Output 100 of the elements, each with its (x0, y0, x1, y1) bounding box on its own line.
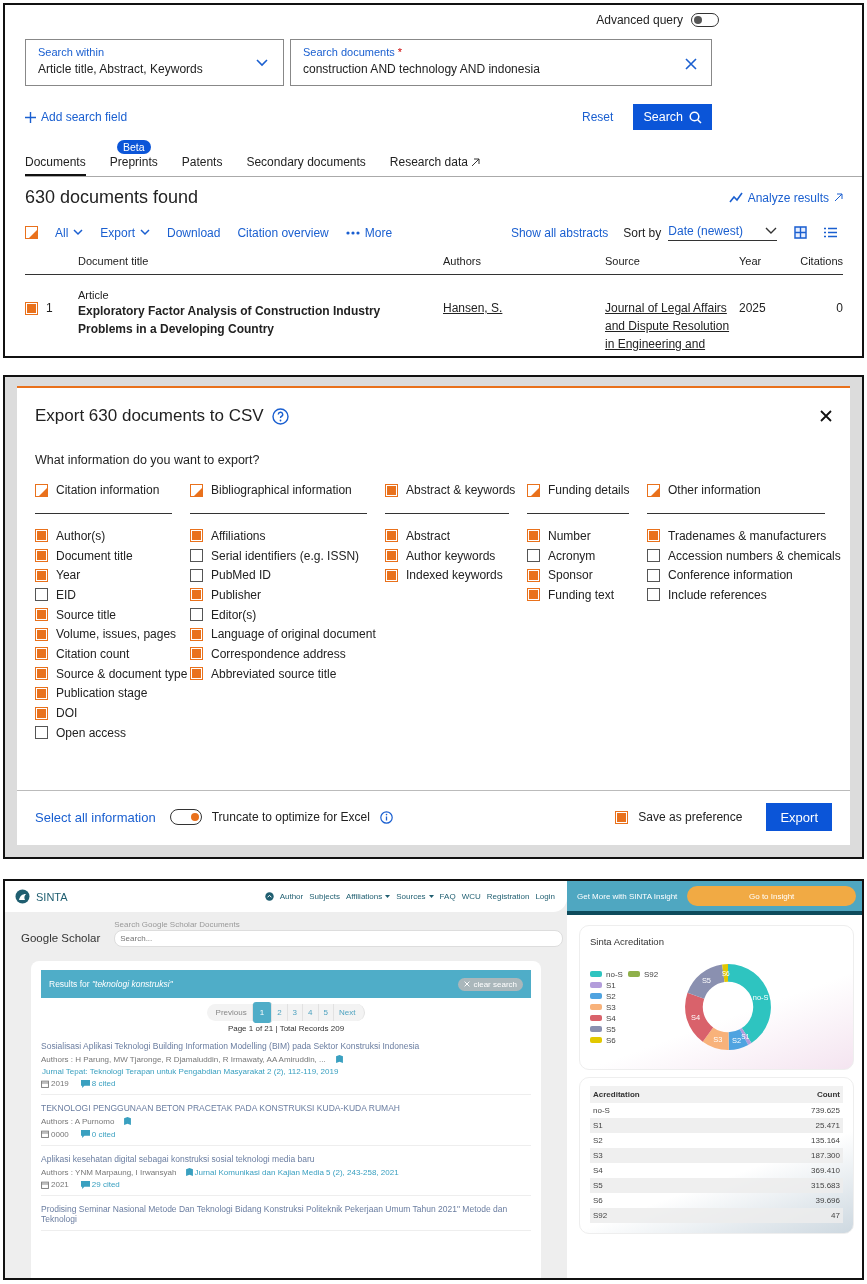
journal-link[interactable]: Jurnal Tepat: Teknologi Terapan untuk Pengabdian Masyarakat 2 (2), 112-119, 2019 (42, 1065, 339, 1078)
option-checkbox[interactable] (527, 568, 540, 582)
previous-page-link[interactable]: Previous (206, 1004, 253, 1021)
option-checkbox[interactable] (647, 529, 660, 543)
home-icon[interactable] (264, 892, 274, 901)
author-name-link[interactable]: Hansen, S. (443, 301, 503, 315)
option-checkbox[interactable] (385, 568, 398, 582)
export-button[interactable]: Export (766, 803, 832, 831)
row-checkbox[interactable] (25, 301, 38, 315)
table-cell: S2 (593, 1136, 603, 1145)
document-title-link[interactable]: Exploratory Factor Analysis of Construction Industry Problems in a Developing Country (78, 302, 423, 338)
option-checkbox[interactable] (35, 588, 48, 602)
option-checkbox[interactable] (35, 726, 48, 740)
search-button[interactable]: Search (633, 104, 712, 130)
group-checkbox[interactable] (647, 483, 660, 497)
option-checkbox[interactable] (190, 667, 203, 681)
analyze-results-link[interactable]: Analyze results (728, 190, 843, 205)
results-count: 630 documents found (25, 187, 199, 208)
info-icon[interactable] (379, 810, 393, 824)
chevron-down-icon (255, 58, 269, 68)
option-checkbox[interactable] (647, 588, 660, 602)
option-label: Accession numbers & chemicals (668, 548, 841, 563)
sort-dropdown[interactable]: Date (newest) (668, 224, 777, 241)
option-checkbox[interactable] (35, 529, 48, 543)
option-checkbox[interactable] (35, 667, 48, 681)
search-field[interactable]: Search... (114, 930, 563, 947)
result-authors: Authors : A Purnomo (41, 1117, 115, 1127)
cited-link[interactable]: 29 cited (91, 1180, 120, 1190)
download-link[interactable]: Download (167, 225, 221, 240)
citations-cell-text: 0 (835, 300, 843, 317)
group-checkbox[interactable] (385, 483, 398, 497)
group-checkbox[interactable] (35, 483, 48, 497)
table-cell: S3 (593, 1151, 603, 1160)
option-label: Source & document type (56, 666, 188, 681)
option-checkbox[interactable] (385, 549, 398, 563)
option-checkbox[interactable] (190, 588, 203, 602)
nav-link[interactable]: Affiliations (345, 892, 391, 901)
cited-link[interactable]: 0 cited (91, 1129, 116, 1139)
nav-link[interactable]: Registration (486, 892, 530, 901)
legend-label: S1 (606, 980, 616, 990)
option-checkbox[interactable] (190, 568, 203, 582)
option-checkbox[interactable] (527, 549, 540, 563)
nav-link[interactable]: Author (279, 892, 304, 901)
all-dropdown[interactable]: All (55, 225, 84, 240)
tab[interactable]: Research data (389, 155, 480, 176)
help-icon[interactable] (271, 407, 289, 425)
citation-overview-link[interactable]: Citation overview (237, 225, 329, 240)
option-checkbox[interactable] (35, 568, 48, 582)
result-title-link[interactable]: Aplikasi kesehatan digital sebagai konstruksi sosial teknologi media baru (41, 1153, 531, 1164)
tab[interactable]: Preprints (109, 155, 158, 176)
option-checkbox[interactable] (35, 608, 48, 622)
nav-link[interactable]: Login (535, 892, 555, 901)
option-checkbox[interactable] (35, 706, 48, 720)
show-all-abstracts-link[interactable]: Show all abstracts (510, 225, 609, 240)
option-checkbox[interactable] (190, 529, 203, 543)
close-icon[interactable] (820, 410, 832, 422)
journal-link[interactable]: Jurnal Komunikasi dan Kajian Media 5 (2), 243-258, 2021 (194, 1166, 399, 1179)
nav-link[interactable]: FAQ (439, 892, 456, 901)
select-all-checkbox[interactable] (25, 226, 38, 239)
nav-link[interactable]: Subjects (309, 892, 340, 901)
result-title-link[interactable]: Sosialisasi Aplikasi Teknologi Building Information Modelling (BIM) pada Sektor Konstruksi Indonesia (41, 1041, 531, 1051)
result-title-link[interactable]: Prodising Seminar Nasional Metode Dan Teknologi Bidang Konstruksi Politeknik Pekerjaan Umum Tahun 2021" Metode dan Teknologi (41, 1204, 531, 1225)
option-checkbox[interactable] (35, 549, 48, 563)
group-checkbox[interactable] (190, 483, 203, 497)
option-checkbox[interactable] (190, 647, 203, 661)
select-all-link[interactable]: Select all information (35, 809, 156, 825)
option-checkbox[interactable] (527, 529, 540, 543)
search-documents-field[interactable]: Search documents * construction AND technology AND indonesia (290, 39, 712, 86)
nav-link[interactable]: WCU (461, 892, 481, 901)
list-view-icon[interactable] (824, 227, 837, 238)
option-checkbox[interactable] (527, 588, 540, 602)
reset-link[interactable]: Reset (582, 110, 614, 124)
option-checkbox[interactable] (35, 647, 48, 661)
legend-label: S92 (643, 969, 659, 979)
option-checkbox[interactable] (190, 627, 203, 641)
calendar-icon (41, 1079, 49, 1088)
option-checkbox[interactable] (647, 549, 660, 563)
trend-line-icon (728, 192, 743, 203)
result-title-link[interactable]: TEKNOLOGI PENGGUNAAN BETON PRACETAK PADA KONSTRUKSI KUDA-KUDA RUMAH (41, 1103, 531, 1114)
more-link[interactable]: More (345, 225, 393, 240)
table-cell: 187.300 (811, 1151, 840, 1160)
grid-view-icon[interactable] (794, 226, 807, 239)
option-checkbox[interactable] (35, 686, 48, 700)
tab[interactable]: Documents (25, 155, 86, 176)
tab[interactable]: Patents (181, 155, 223, 176)
save-preference-checkbox[interactable] (615, 810, 629, 824)
nav-link[interactable]: Sources (396, 892, 434, 901)
group-checkbox[interactable] (527, 483, 540, 497)
option-label: Citation count (56, 646, 130, 661)
search-within-dropdown[interactable]: Search within Article title, Abstract, Keywords (25, 39, 284, 86)
export-dropdown[interactable]: Export (100, 225, 151, 240)
option-checkbox[interactable] (385, 529, 398, 543)
tab[interactable]: Secondary documents (246, 155, 366, 176)
cited-link[interactable]: 8 cited (91, 1079, 116, 1089)
add-search-field-link[interactable]: Add search field (25, 110, 128, 124)
option-checkbox[interactable] (647, 568, 660, 582)
option-checkbox[interactable] (190, 549, 203, 563)
source-link[interactable]: Journal of Legal Affairs and Dispute Resolution in Engineering and (605, 299, 731, 353)
option-checkbox[interactable] (35, 627, 48, 641)
option-checkbox[interactable] (190, 608, 203, 622)
